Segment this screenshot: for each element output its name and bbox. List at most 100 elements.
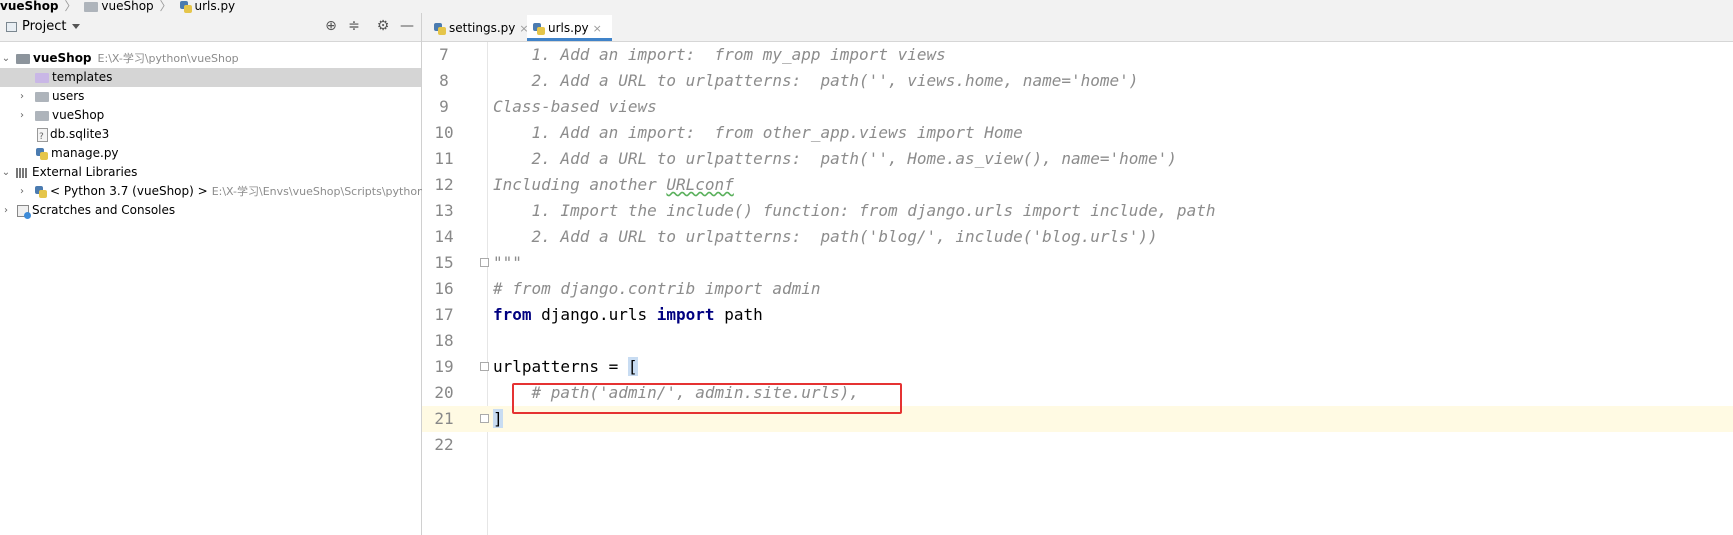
line-number: 17	[434, 305, 454, 324]
code-fragment: urlpatterns =	[493, 357, 628, 376]
chevron-right-icon[interactable]: ›	[17, 182, 27, 201]
tree-item-label: manage.py	[51, 146, 119, 160]
tree-item-scratches[interactable]: › Scratches and Consoles	[0, 201, 421, 220]
collapse-all-icon[interactable]: ≑	[346, 18, 362, 34]
tab-settings-py[interactable]: settings.py ×	[428, 15, 529, 41]
code-line[interactable]: 15 """	[422, 250, 1733, 276]
project-panel: Project ⊕ ≑ ⚙ — ⌄ vueShop E:\X-学习\python\…	[0, 13, 447, 535]
tree-item-manage-py[interactable]: manage.py	[0, 144, 421, 163]
breadcrumb-separator: 〉	[159, 0, 172, 13]
code-line[interactable]: 16 # from django.contrib import admin	[422, 276, 1733, 302]
chevron-right-icon[interactable]: ›	[1, 201, 11, 220]
code-line[interactable]: 12 Including another URLconf	[422, 172, 1733, 198]
code-text: urlpatterns = [	[493, 354, 638, 380]
gear-icon[interactable]: ⚙	[375, 18, 391, 34]
chevron-down-icon[interactable]: ⌄	[1, 163, 11, 182]
code-line[interactable]: 14 2. Add a URL to urlpatterns: path('bl…	[422, 224, 1733, 250]
line-number: 12	[434, 175, 454, 194]
breadcrumb-file[interactable]: urls.py	[195, 0, 236, 12]
line-number: 16	[434, 279, 454, 298]
tree-item-label: vueShop	[52, 108, 105, 122]
line-number: 15	[434, 253, 454, 272]
project-window-icon	[6, 21, 17, 32]
code-text: 1. Add an import: from my_app import vie…	[493, 45, 946, 64]
line-number: 7	[439, 45, 449, 64]
tree-item-db-sqlite3[interactable]: db.sqlite3	[0, 125, 421, 147]
tree-item-vueshop-root[interactable]: ⌄ vueShop E:\X-学习\python\vueShop	[0, 49, 421, 68]
close-icon[interactable]: ×	[593, 22, 602, 35]
code-text: 2. Add a URL to urlpatterns: path('', vi…	[493, 71, 1139, 90]
code-line[interactable]: 19 urlpatterns = [	[422, 354, 1733, 380]
code-text: from django.urls import path	[493, 302, 763, 328]
line-number: 9	[439, 97, 449, 116]
code-text: 2. Add a URL to urlpatterns: path('', Ho…	[493, 149, 1177, 168]
tree-item-templates[interactable]: templates	[0, 68, 421, 87]
folder-icon	[35, 72, 49, 83]
keyword: import	[656, 305, 715, 324]
line-number: 18	[434, 331, 454, 350]
code-line[interactable]: 13 1. Import the include() function: fro…	[422, 198, 1733, 224]
code-text: 1. Add an import: from other_app.views i…	[493, 123, 1023, 142]
tree-item-label: Scratches and Consoles	[32, 203, 176, 217]
python-file-icon	[434, 22, 446, 35]
highlight-annotation-box	[512, 383, 902, 414]
chevron-down-icon	[72, 24, 81, 29]
project-view-selector[interactable]: Project	[6, 19, 81, 34]
line-number: 14	[434, 227, 454, 246]
code-text: 1. Import the include() function: from d…	[493, 201, 1216, 220]
tree-item-label: vueShop	[33, 51, 92, 65]
chevron-down-icon[interactable]: ⌄	[1, 49, 11, 68]
code-fragment: Including another	[493, 175, 667, 194]
matched-bracket: [	[627, 357, 638, 376]
editor-tabs: settings.py × urls.py ×	[422, 13, 1733, 42]
code-fragment: django.urls	[531, 305, 657, 324]
folder-icon	[35, 91, 49, 102]
python-icon	[35, 185, 47, 198]
code-line[interactable]: 7 1. Add an import: from my_app import v…	[422, 42, 1733, 68]
code-text: # from django.contrib import admin	[493, 279, 821, 298]
code-text: ]	[493, 406, 503, 432]
python-file-icon	[179, 0, 192, 13]
tree-item-users[interactable]: › users	[0, 87, 421, 106]
tree-item-path: E:\X-学习\python\vueShop	[97, 52, 239, 65]
chevron-right-icon[interactable]: ›	[17, 106, 27, 125]
unknown-file-icon	[36, 128, 48, 147]
breadcrumb-project[interactable]: vueShop	[0, 0, 59, 12]
code-line[interactable]: 9 Class-based views	[422, 94, 1733, 120]
line-number: 19	[434, 357, 454, 376]
tree-item-python-sdk[interactable]: › < Python 3.7 (vueShop) > E:\X-学习\Envs\v…	[0, 182, 447, 201]
line-number: 10	[434, 123, 454, 142]
editor: settings.py × urls.py × 7 1. Add an import…	[422, 13, 1733, 535]
code-text: 2. Add a URL to urlpatterns: path('blog/…	[493, 227, 1158, 246]
python-file-icon	[533, 22, 545, 35]
code-line[interactable]: 18	[422, 328, 1733, 354]
library-icon	[16, 167, 28, 178]
code-line[interactable]: 11 2. Add a URL to urlpatterns: path('',…	[422, 146, 1733, 172]
fold-marker-icon[interactable]	[480, 414, 489, 423]
tree-item-external-libraries[interactable]: ⌄ External Libraries	[0, 163, 421, 182]
locate-file-icon[interactable]: ⊕	[323, 18, 339, 34]
tree-item-vueshop[interactable]: › vueShop	[0, 106, 421, 125]
code-line[interactable]: 17 from django.urls import path	[422, 302, 1733, 328]
tab-urls-py[interactable]: urls.py ×	[527, 15, 612, 41]
code-line[interactable]: 8 2. Add a URL to urlpatterns: path('', …	[422, 68, 1733, 94]
folder-icon	[35, 110, 49, 121]
project-panel-title: Project	[22, 19, 67, 34]
chevron-right-icon[interactable]: ›	[17, 87, 27, 106]
code-line[interactable]: 10 1. Add an import: from other_app.view…	[422, 120, 1733, 146]
fold-marker-icon[interactable]	[480, 258, 489, 267]
tree-item-path: E:\X-学习\Envs\vueShop\Scripts\python.exe	[211, 185, 448, 198]
tree-item-label: db.sqlite3	[50, 127, 110, 141]
matched-bracket: ]	[493, 409, 503, 428]
tree-item-label: External Libraries	[32, 165, 138, 179]
spellcheck-word: URLconf	[666, 175, 734, 194]
breadcrumb-separator: 〉	[64, 0, 77, 13]
code-line[interactable]: 22	[422, 432, 1733, 458]
line-number: 20	[434, 383, 454, 402]
folder-icon	[16, 53, 30, 64]
tree-item-label: templates	[52, 70, 113, 84]
code-text: """	[493, 253, 522, 272]
fold-marker-icon[interactable]	[480, 362, 489, 371]
hide-panel-icon[interactable]: —	[399, 18, 415, 34]
breadcrumb-folder[interactable]: vueShop	[101, 0, 153, 12]
